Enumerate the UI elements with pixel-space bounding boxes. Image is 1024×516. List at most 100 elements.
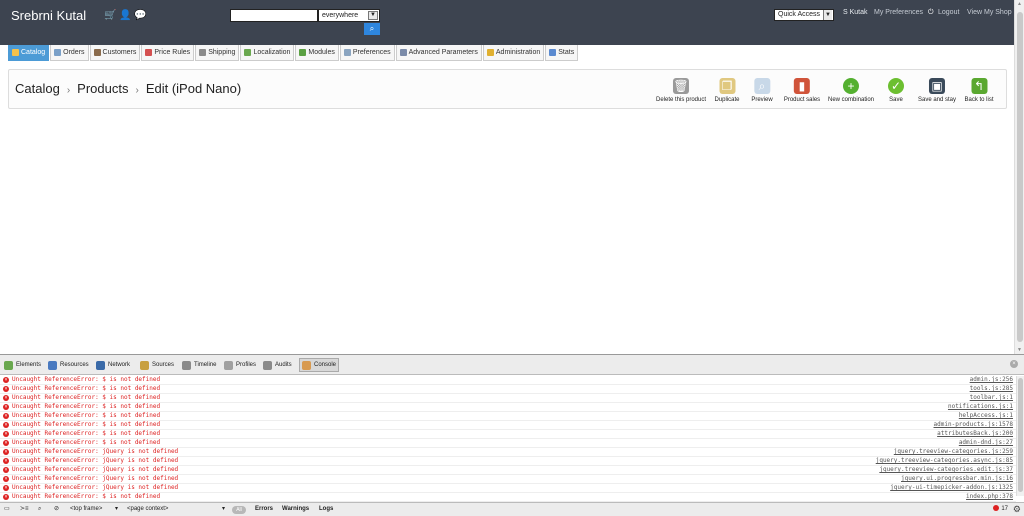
devtools-tab-sources[interactable]: Sources [140,358,174,372]
close-icon[interactable]: × [1010,360,1018,368]
search-button[interactable]: ⌕ [364,23,380,35]
add-icon: + [843,78,859,94]
nav-tab-icon [93,49,101,56]
console-source-link[interactable]: notifications.js:1 [948,403,1013,411]
context-select[interactable]: <page context> [127,503,168,516]
console-source-link[interactable]: helpAccess.js:1 [959,412,1013,420]
console-source-link[interactable]: jquery.ui.progressbar.min.js:16 [901,475,1013,483]
nav-tab-customers[interactable]: Customers [89,45,141,61]
nav-tab-icon [54,49,62,56]
nav-tab-modules[interactable]: Modules [295,45,339,61]
console-source-link[interactable]: toolbar.js:1 [970,394,1013,402]
console-message-text: Uncaught ReferenceError: jQuery is not d… [12,448,179,455]
gear-icon[interactable]: ⚙ [1013,503,1021,516]
nav-tab-price-rules[interactable]: Price Rules [141,45,195,61]
dock-icon[interactable]: ▭ [4,503,10,516]
nav-tab-label: Orders [63,49,85,56]
error-count-badge[interactable]: 17 [993,503,1008,516]
toolbar-button-label: Product sales [783,97,821,103]
search-input[interactable] [230,9,318,22]
clear-console-icon[interactable]: ⊘ [54,503,59,516]
nav-tab-advanced-parameters[interactable]: Advanced Parameters [395,45,482,61]
search-scope-select[interactable]: everywhere ▼ [318,9,380,22]
nav-tab-preferences[interactable]: Preferences [339,45,395,61]
chart-button[interactable]: ▮ Product sales [784,78,820,103]
frame-select[interactable]: <top frame> [70,503,102,516]
breadcrumb-products[interactable]: Products [77,81,128,96]
nav-tab-icon [244,49,252,56]
nav-tab-localization[interactable]: Localization [240,45,295,61]
nav-tab-administration[interactable]: Administration [482,45,545,61]
breadcrumb-catalog[interactable]: Catalog [15,81,60,96]
trash-button[interactable]: 🗑 Delete this product [656,78,706,103]
console-message: × Uncaught ReferenceError: $ is not defin… [0,430,1016,439]
scrollbar-thumb[interactable] [1017,12,1023,342]
duplicate-icon: ❐ [718,78,735,94]
nav-tab-catalog[interactable]: Catalog [8,45,50,61]
devtools-tab-console[interactable]: Console [299,358,340,372]
messages-icon[interactable]: 💬 [134,10,146,21]
console-source-link[interactable]: attributesBack.js:200 [937,430,1013,438]
view-shop-link[interactable]: View My Shop [967,9,1012,16]
nav-tab-stats[interactable]: Stats [545,45,579,61]
console-source-link[interactable]: jquery-ui-timepicker-addon.js:1325 [890,484,1013,492]
console-message-text: Uncaught ReferenceError: $ is not define… [12,493,161,500]
nav-tab-shipping[interactable]: Shipping [195,45,240,61]
console-message-text: Uncaught ReferenceError: $ is not define… [12,439,161,446]
console-icon [302,360,311,370]
console-source-link[interactable]: jquery.treeview-categories.js:259 [894,448,1013,456]
add-button[interactable]: + New combination [828,78,874,103]
filter-all-button[interactable]: All [232,506,246,514]
console-log: × Uncaught ReferenceError: $ is not defin… [0,376,1016,502]
scroll-down-icon[interactable]: ▼ [1017,347,1022,353]
back-arrow-button[interactable]: ↰ Back to list [964,78,994,103]
page-scrollbar[interactable]: ▲ ▼ [1014,0,1024,354]
devtools-tab-network[interactable]: Network [96,358,130,372]
filter-errors-button[interactable]: Errors [255,503,273,516]
devtools-tab-label: Network [108,362,131,368]
devtools-tab-resources[interactable]: Resources [48,358,89,372]
toolbar-button-label: Save and stay [917,97,957,103]
console-source-link[interactable]: jquery.treeview-categories.edit.js:37 [879,466,1013,474]
preview-button[interactable]: ⌕ Preview [751,78,773,103]
nav-tab-label: Customers [102,49,137,56]
error-icon [993,505,1000,512]
drawer-icon[interactable]: ≻≡ [20,503,29,516]
console-source-link[interactable]: admin-products.js:1578 [934,421,1013,429]
nav-tab-orders[interactable]: Orders [50,45,89,61]
devtools-tab-elements[interactable]: Elements [4,358,41,372]
shop-name[interactable]: Srebrni Kutal [11,8,86,23]
duplicate-button[interactable]: ❐ Duplicate [714,78,740,103]
nav-tab-label: Price Rules [154,49,191,56]
my-preferences-link[interactable]: My Preferences [874,9,923,16]
scroll-up-icon[interactable]: ▲ [1017,1,1022,7]
logout-link[interactable]: Logout [938,9,959,16]
search-icon[interactable]: ⌕ [38,503,41,516]
console-source-link[interactable]: tools.js:285 [970,385,1013,393]
customers-icon[interactable]: 👤 [119,10,131,21]
console-message: × Uncaught ReferenceError: $ is not defin… [0,376,1016,385]
filter-warnings-button[interactable]: Warnings [282,503,309,516]
trash-icon: 🗑 [673,78,689,94]
error-icon: × [3,494,9,500]
nav-tab-icon [343,49,351,56]
devtools-tab-timeline[interactable]: Timeline [182,358,216,372]
check-button[interactable]: ✓ Save [888,78,904,103]
breadcrumb-separator: › [66,85,71,96]
console-source-link[interactable]: admin.js:256 [970,376,1013,384]
devtools-tab-audits[interactable]: Audits [263,358,292,372]
quick-access-select[interactable]: Quick Access ▼ [774,9,834,21]
console-source-link[interactable]: jquery.treeview-categories.async.js:85 [876,457,1013,465]
floppy-button[interactable]: ▣ Save and stay [918,78,956,103]
scrollbar-thumb[interactable] [1018,378,1023,492]
console-scrollbar[interactable] [1016,376,1024,496]
console-source-link[interactable]: admin-dnd.js:27 [959,439,1013,447]
devtools-tabbar: Elements Resources Network Sources Timeline P… [0,355,1024,375]
power-icon: ⏻ [928,9,934,16]
filter-logs-button[interactable]: Logs [319,503,333,516]
console-source-link[interactable]: index.php:378 [966,493,1013,501]
cart-icon[interactable]: 🛒 [104,10,116,21]
console-message-text: Uncaught ReferenceError: $ is not define… [12,403,161,410]
devtools-tab-profiles[interactable]: Profiles [224,358,256,372]
console-message-text: Uncaught ReferenceError: $ is not define… [12,412,161,419]
